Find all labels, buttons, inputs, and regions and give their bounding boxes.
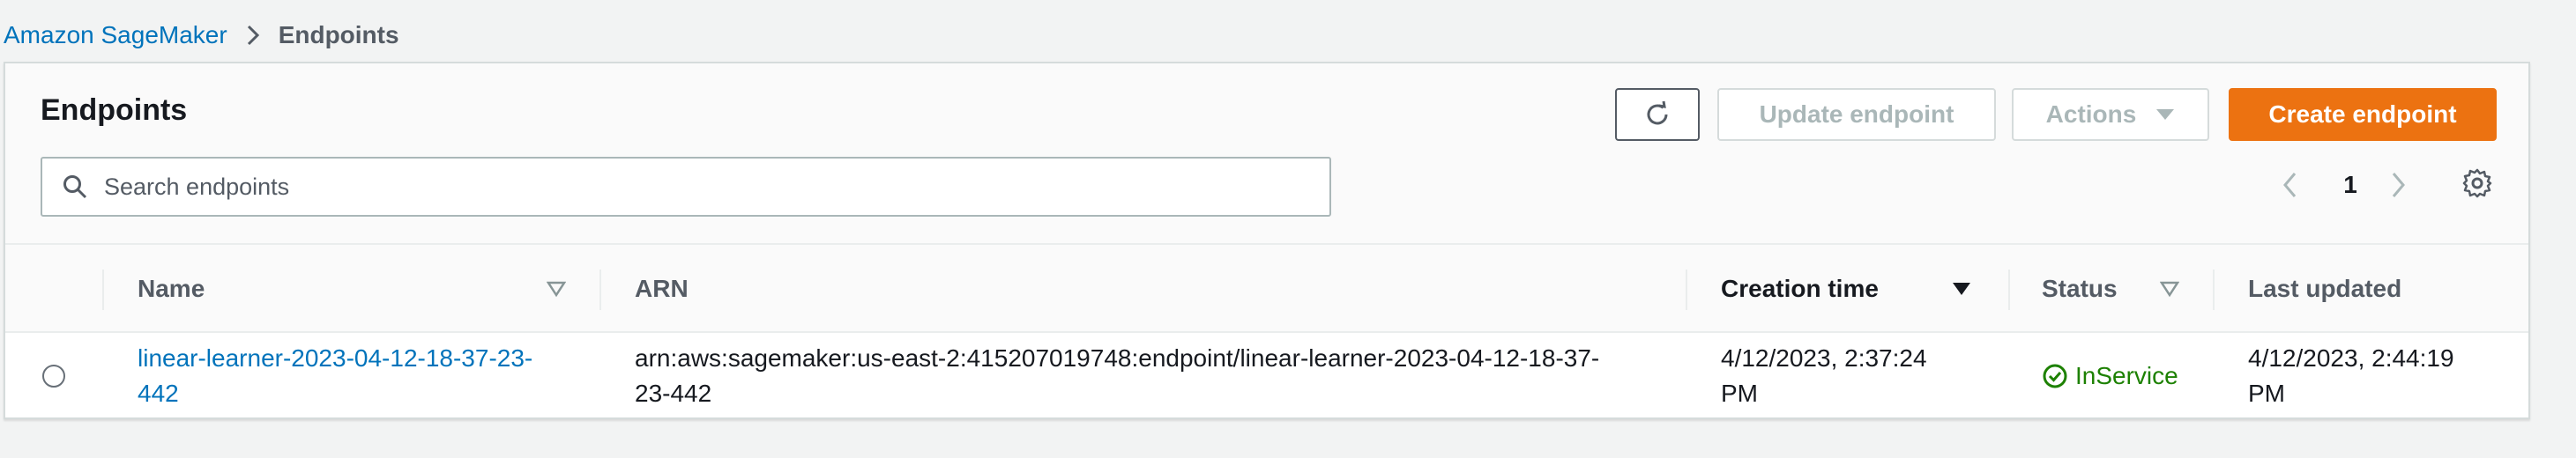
column-divider (2008, 270, 2010, 310)
actions-dropdown-button[interactable]: Actions (2012, 88, 2209, 141)
sort-unsorted-icon[interactable] (547, 280, 566, 298)
last-updated-line1: 4/12/2023, 2:44:19 (2248, 344, 2454, 372)
endpoint-name-cell: linear-learner-2023-04-12-18-37-23- 442 (138, 333, 587, 419)
column-header-status[interactable]: Status (2042, 245, 2118, 333)
creation-time-cell: 4/12/2023, 2:37:24 PM (1721, 333, 2003, 419)
column-header-arn: ARN (635, 275, 689, 302)
status-text: InService (2075, 362, 2178, 389)
chevron-right-icon (2389, 171, 2407, 199)
breadcrumb: Amazon SageMaker Endpoints (4, 18, 399, 53)
table-settings-button[interactable] (2460, 166, 2495, 201)
column-header-creation-time[interactable]: Creation time (1721, 245, 1879, 333)
endpoint-arn-line1: arn:aws:sagemaker:us-east-2:415207019748… (635, 344, 1600, 372)
sort-descending-icon[interactable] (1952, 280, 1971, 298)
creation-time-line1: 4/12/2023, 2:37:24 (1721, 344, 1927, 372)
actions-label: Actions (2045, 100, 2137, 128)
search-box[interactable] (41, 157, 1331, 217)
pagination-previous-button[interactable] (2273, 167, 2308, 203)
breadcrumb-home-link[interactable]: Amazon SageMaker (4, 21, 227, 49)
gear-icon (2461, 167, 2493, 199)
column-divider (2213, 270, 2215, 310)
endpoints-panel: Endpoints Update endpoint Actions Create… (4, 62, 2530, 419)
table-row[interactable]: linear-learner-2023-04-12-18-37-23- 442 … (5, 333, 2528, 419)
endpoint-name-line1: linear-learner-2023-04-12-18-37-23- (138, 344, 533, 372)
update-endpoint-button[interactable]: Update endpoint (1717, 88, 1996, 141)
breadcrumb-current: Endpoints (278, 21, 399, 48)
endpoint-arn-line2: 23-442 (635, 380, 712, 407)
page-title: Endpoints (41, 93, 188, 127)
check-circle-icon (2042, 363, 2068, 389)
column-divider (1686, 270, 1687, 310)
column-header-last-updated: Last updated (2248, 275, 2402, 302)
last-updated-line2: PM (2248, 380, 2285, 407)
last-updated-cell: 4/12/2023, 2:44:19 PM (2248, 333, 2513, 419)
row-select-radio[interactable] (42, 365, 65, 388)
pagination-next-button[interactable] (2380, 167, 2416, 203)
caret-down-icon (2155, 107, 2175, 122)
search-input[interactable] (102, 172, 1248, 202)
endpoint-name-line2: 442 (138, 380, 179, 407)
refresh-button[interactable] (1615, 88, 1700, 141)
endpoint-arn-cell: arn:aws:sagemaker:us-east-2:415207019748… (635, 333, 1675, 419)
table-header-row: Name ARN Creation time Status Last updat… (5, 245, 2528, 333)
column-divider (599, 270, 601, 310)
status-badge: InService (2042, 358, 2178, 394)
sort-unsorted-icon[interactable] (2160, 280, 2179, 298)
column-header-name[interactable]: Name (138, 245, 205, 333)
column-divider (102, 270, 104, 310)
search-icon (62, 174, 88, 200)
status-cell: InService (2042, 333, 2209, 419)
pagination-page-number[interactable]: 1 (2333, 167, 2368, 203)
chevron-left-icon (2282, 171, 2299, 199)
panel-header: Endpoints Update endpoint Actions Create… (5, 63, 2528, 245)
chevron-right-icon (245, 23, 261, 48)
refresh-icon (1642, 99, 1673, 130)
create-endpoint-button[interactable]: Create endpoint (2229, 88, 2497, 141)
creation-time-line2: PM (1721, 380, 1758, 407)
endpoint-name-link[interactable]: linear-learner-2023-04-12-18-37-23- 442 (138, 341, 532, 411)
